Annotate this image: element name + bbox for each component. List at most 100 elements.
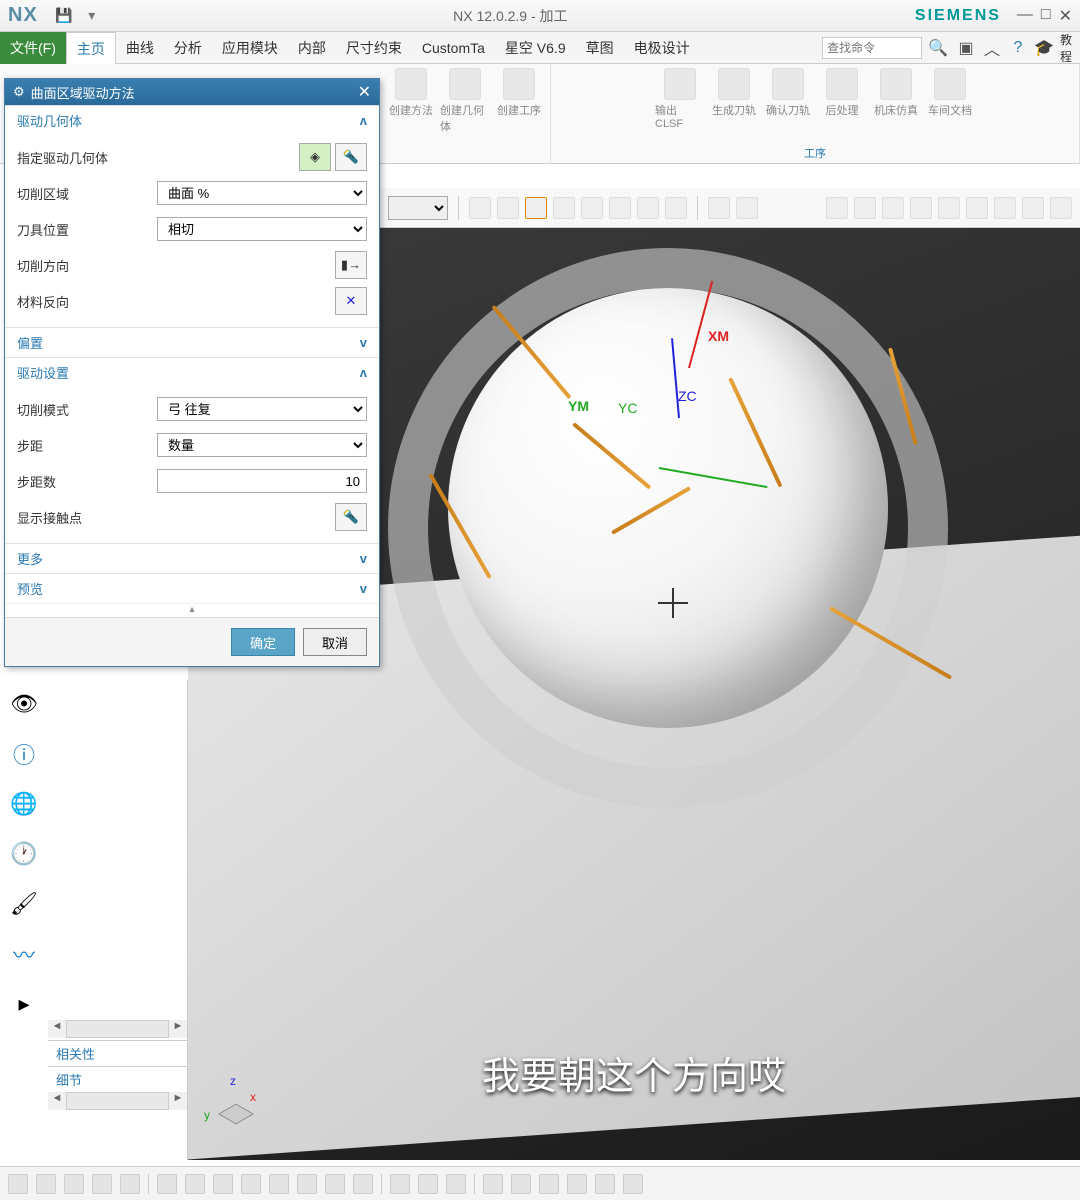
frame-icon[interactable]: ▣ — [956, 38, 976, 58]
status-icon[interactable] — [185, 1174, 205, 1194]
tutorial-icon[interactable]: 🎓 — [1034, 38, 1054, 58]
section-drive-geom[interactable]: 驱动几何体ʌ — [5, 105, 379, 135]
view-icon[interactable] — [966, 197, 988, 219]
status-icon[interactable] — [241, 1174, 261, 1194]
view-icon[interactable] — [1050, 197, 1072, 219]
nav-scrollbar[interactable]: ◄► — [48, 1020, 187, 1038]
status-icon[interactable] — [92, 1174, 112, 1194]
tool-icon[interactable] — [553, 197, 575, 219]
generate-path-button[interactable]: 生成刀轨 — [709, 68, 759, 130]
status-icon[interactable] — [297, 1174, 317, 1194]
help-icon[interactable]: ? — [1008, 38, 1028, 58]
save-icon[interactable]: 💾 — [54, 6, 74, 26]
view-icon[interactable] — [1022, 197, 1044, 219]
tool-icon[interactable] — [581, 197, 603, 219]
dropdown-icon[interactable]: ▾ — [82, 6, 102, 26]
section-more[interactable]: 更多v — [5, 543, 379, 573]
tab-electrode[interactable]: 电极设计 — [624, 32, 700, 64]
dialog-collapse-handle[interactable]: ▴ — [5, 603, 379, 617]
show-contact-button[interactable]: 🔦 — [335, 503, 367, 531]
view-icon[interactable] — [910, 197, 932, 219]
step-select[interactable]: 数量 — [157, 433, 367, 457]
expand-icon[interactable]: ▸ — [6, 986, 42, 1022]
tool-icon[interactable] — [736, 197, 758, 219]
tutorial-label[interactable]: 教程 — [1060, 38, 1080, 58]
section-offset[interactable]: 偏置v — [5, 327, 379, 357]
cut-direction-button[interactable]: ▮→ — [335, 251, 367, 279]
cut-region-select[interactable]: 曲面 % — [157, 181, 367, 205]
tool-pos-select[interactable]: 相切 — [157, 217, 367, 241]
view-icon[interactable] — [854, 197, 876, 219]
select-surface-button[interactable]: ◈ — [299, 143, 331, 171]
maximize-button[interactable]: □ — [1041, 6, 1051, 26]
dialog-titlebar[interactable]: ⚙ 曲面区域驱动方法 ✕ — [5, 79, 379, 105]
info-wifi-icon[interactable]: ⓘ — [6, 736, 42, 772]
tab-dimension[interactable]: 尺寸约束 — [336, 32, 412, 64]
close-button[interactable]: ✕ — [1059, 6, 1072, 26]
tool-icon[interactable] — [708, 197, 730, 219]
status-icon[interactable] — [8, 1174, 28, 1194]
tool-icon[interactable] — [637, 197, 659, 219]
section-preview[interactable]: 预览v — [5, 573, 379, 603]
view-icon[interactable] — [938, 197, 960, 219]
status-icon[interactable] — [446, 1174, 466, 1194]
tab-sketch[interactable]: 草图 — [576, 32, 624, 64]
tab-app-module[interactable]: 应用模块 — [212, 32, 288, 64]
view-icon[interactable] — [994, 197, 1016, 219]
material-reverse-button[interactable]: ✕ — [335, 287, 367, 315]
shop-doc-button[interactable]: 车间文档 — [925, 68, 975, 130]
status-icon[interactable] — [213, 1174, 233, 1194]
globe-icon[interactable]: 🌐 — [6, 786, 42, 822]
ok-button[interactable]: 确定 — [231, 628, 295, 656]
file-menu[interactable]: 文件(F) — [0, 32, 66, 64]
command-search-input[interactable] — [822, 37, 922, 59]
status-icon[interactable] — [36, 1174, 56, 1194]
nav-section-detail[interactable]: 细节 — [48, 1066, 187, 1092]
tab-curve[interactable]: 曲线 — [116, 32, 164, 64]
color-bar-icon[interactable]: 🖌 — [6, 886, 42, 922]
step-count-input[interactable] — [157, 469, 367, 493]
view-icon[interactable] — [826, 197, 848, 219]
status-icon[interactable] — [390, 1174, 410, 1194]
status-icon[interactable] — [325, 1174, 345, 1194]
minimize-button[interactable]: — — [1017, 6, 1033, 26]
flashlight-button[interactable]: 🔦 — [335, 143, 367, 171]
status-icon[interactable] — [567, 1174, 587, 1194]
tab-internal[interactable]: 内部 — [288, 32, 336, 64]
status-icon[interactable] — [483, 1174, 503, 1194]
section-drive-settings[interactable]: 驱动设置ʌ — [5, 357, 379, 387]
view-icon[interactable] — [882, 197, 904, 219]
collapse-up-icon[interactable]: ︿ — [982, 38, 1002, 58]
tab-custom[interactable]: CustomTa — [412, 32, 495, 64]
status-icon[interactable] — [353, 1174, 373, 1194]
nav-scrollbar[interactable]: ◄► — [48, 1092, 187, 1110]
status-icon[interactable] — [64, 1174, 84, 1194]
tab-analysis[interactable]: 分析 — [164, 32, 212, 64]
create-op-button[interactable]: 创建工序 — [494, 68, 544, 134]
clock-icon[interactable]: 🕐 — [6, 836, 42, 872]
machine-sim-button[interactable]: 机床仿真 — [871, 68, 921, 130]
status-icon[interactable] — [539, 1174, 559, 1194]
search-icon[interactable]: 🔍 — [928, 38, 948, 58]
selection-filter[interactable] — [388, 196, 448, 220]
confirm-path-button[interactable]: 确认刀轨 — [763, 68, 813, 130]
create-method-button[interactable]: 创建方法 — [386, 68, 436, 134]
create-geom-button[interactable]: 创建几何体 — [440, 68, 490, 134]
output-clsf-button[interactable]: 输出 CLSF — [655, 68, 705, 130]
tool-icon[interactable] — [609, 197, 631, 219]
tab-xk[interactable]: 星空 V6.9 — [495, 32, 576, 64]
eye-icon[interactable]: 👁 — [6, 686, 42, 722]
cancel-button[interactable]: 取消 — [303, 628, 367, 656]
status-icon[interactable] — [269, 1174, 289, 1194]
dialog-close-button[interactable]: ✕ — [358, 82, 371, 102]
postprocess-button[interactable]: 后处理 — [817, 68, 867, 130]
status-icon[interactable] — [120, 1174, 140, 1194]
status-icon[interactable] — [623, 1174, 643, 1194]
cut-mode-select[interactable]: 弓 往复 — [157, 397, 367, 421]
status-icon[interactable] — [157, 1174, 177, 1194]
tool-icon[interactable] — [525, 197, 547, 219]
status-icon[interactable] — [418, 1174, 438, 1194]
status-icon[interactable] — [595, 1174, 615, 1194]
tool-icon[interactable] — [665, 197, 687, 219]
tool-icon[interactable] — [497, 197, 519, 219]
